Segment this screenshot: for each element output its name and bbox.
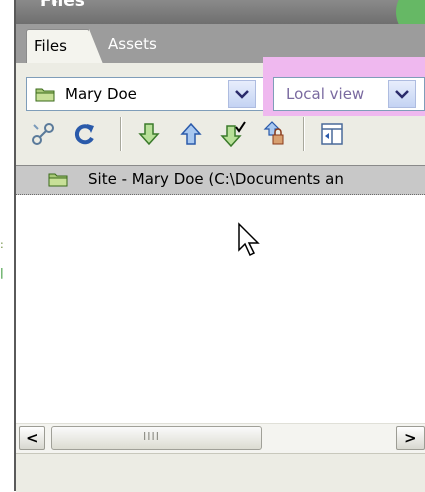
tab-files[interactable]: Files <box>26 29 103 64</box>
view-dropdown-value: Local view <box>286 85 365 103</box>
site-dropdown-value: Mary Doe <box>65 85 137 103</box>
panel-title-bar[interactable]: ⋮ ▸ Files <box>16 0 425 24</box>
scroll-right-button[interactable]: > <box>396 426 425 450</box>
connect-icon[interactable] <box>30 121 56 147</box>
check-in-icon[interactable] <box>262 121 288 147</box>
help-badge-icon[interactable] <box>396 0 425 24</box>
scroll-right-arrow: > <box>404 429 417 447</box>
folder-icon <box>48 173 68 187</box>
gutter-mark: : <box>0 238 4 251</box>
file-list[interactable] <box>16 195 425 423</box>
scroll-grip: IIII <box>143 430 160 443</box>
check-out-icon[interactable] <box>220 121 246 147</box>
status-bar <box>16 453 425 492</box>
chevron-down-icon <box>395 90 409 99</box>
site-dropdown-arrow[interactable] <box>228 80 256 108</box>
panel-title: Files <box>40 0 85 11</box>
view-dropdown-arrow[interactable] <box>388 80 416 108</box>
toolbar-separator <box>120 117 122 151</box>
tab-assets[interactable]: Assets <box>108 35 157 53</box>
refresh-icon[interactable] <box>72 121 98 147</box>
scroll-left-arrow: < <box>26 429 39 447</box>
scroll-left-button[interactable]: < <box>19 426 45 450</box>
site-root-label: Site - Mary Doe (C:\Documents an <box>88 170 344 188</box>
put-files-icon[interactable] <box>178 121 204 147</box>
mouse-cursor-icon <box>238 222 260 257</box>
expand-icon[interactable] <box>319 121 345 147</box>
chevron-down-icon <box>235 90 249 99</box>
toolbar-separator <box>303 117 305 151</box>
get-files-icon[interactable] <box>136 121 162 147</box>
tab-files-label: Files <box>34 37 67 55</box>
gutter-mark: | <box>0 266 4 279</box>
folder-icon <box>35 88 55 102</box>
site-root-row[interactable]: Site - Mary Doe (C:\Documents an <box>16 165 425 195</box>
